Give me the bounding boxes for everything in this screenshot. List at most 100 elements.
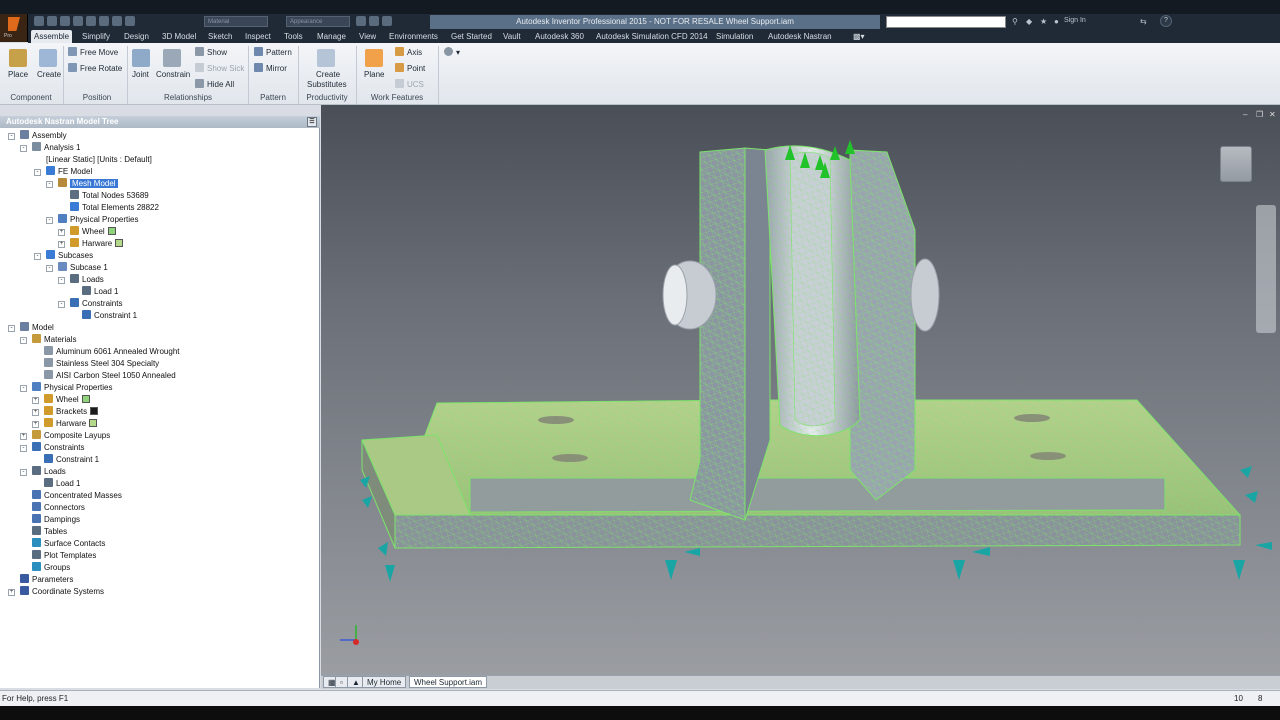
open-icon[interactable] (47, 16, 57, 26)
sign-in-link[interactable]: Sign In (1064, 17, 1086, 24)
tab-sketch[interactable]: Sketch (205, 30, 235, 43)
tab-simplify[interactable]: Simplify (79, 30, 113, 43)
tree-node[interactable]: Total Nodes 53689 (70, 190, 149, 202)
create-substitutes-button-line2[interactable]: Substitutes (307, 80, 347, 89)
collapse-icon[interactable]: - (20, 337, 27, 344)
material-select[interactable]: Material (204, 16, 268, 27)
tree-node[interactable]: Concentrated Masses (32, 490, 122, 502)
pattern-button[interactable]: Pattern (254, 47, 292, 57)
collapse-icon[interactable]: - (58, 277, 65, 284)
tree-node[interactable]: Subcase 1 (58, 262, 108, 274)
tree-node[interactable]: Aluminum 6061 Annealed Wrought (44, 346, 180, 358)
position-panel-label[interactable]: Position (66, 92, 128, 104)
collapse-icon[interactable]: - (34, 253, 41, 260)
tab-autodesk-360[interactable]: Autodesk 360 (532, 30, 587, 43)
update-icon[interactable] (125, 16, 135, 26)
tab-design[interactable]: Design (121, 30, 152, 43)
tree-node[interactable]: FE Model (46, 166, 92, 178)
ucs-button[interactable]: UCS (395, 79, 424, 89)
collapse-icon[interactable]: - (34, 169, 41, 176)
collapse-icon[interactable]: - (20, 145, 27, 152)
show-sick-button[interactable]: Show Sick (195, 63, 244, 73)
tree-node[interactable]: Groups (32, 562, 70, 574)
joint-icon[interactable] (132, 49, 150, 67)
application-menu-button[interactable]: Pro (0, 14, 28, 42)
create-button[interactable]: Create (37, 70, 61, 79)
tab-assemble[interactable]: Assemble (31, 30, 73, 43)
work-features-panel-label[interactable]: Work Features (358, 92, 436, 104)
home-icon[interactable] (99, 16, 109, 26)
tab-vault[interactable]: Vault (500, 30, 524, 43)
tree-node[interactable]: Subcases (46, 250, 93, 262)
tree-node[interactable]: Analysis 1 (32, 142, 80, 154)
expand-icon[interactable]: + (32, 409, 39, 416)
viewcube[interactable] (1220, 146, 1252, 182)
pattern-panel-label[interactable]: Pattern (250, 92, 296, 104)
collapse-icon[interactable]: - (20, 445, 27, 452)
plane-icon[interactable] (365, 49, 383, 67)
tab-get-started[interactable]: Get Started (448, 30, 495, 43)
select-icon[interactable] (112, 16, 122, 26)
help-icon[interactable]: ? (1160, 15, 1172, 27)
constrain-icon[interactable] (163, 49, 181, 67)
search-icon[interactable]: ⚲ (1012, 17, 1021, 26)
tab-simulation[interactable]: Simulation (713, 30, 756, 43)
tree-node[interactable]: Parameters (20, 574, 73, 586)
point-button[interactable]: Point (395, 63, 425, 73)
tree-node[interactable]: Assembly (20, 130, 67, 142)
save-icon[interactable] (60, 16, 70, 26)
constrain-button[interactable]: Constrain (156, 70, 190, 79)
redo-icon[interactable] (86, 16, 96, 26)
customize-icon[interactable] (382, 16, 392, 26)
expand-icon[interactable]: + (32, 397, 39, 404)
collapse-icon[interactable]: - (46, 265, 53, 272)
subscription-icon[interactable]: ◆ (1026, 17, 1035, 26)
place-component-icon[interactable] (9, 49, 27, 67)
place-button[interactable]: Place (8, 70, 28, 79)
tree-node[interactable]: Dampings (32, 514, 80, 526)
tree-node[interactable]: Wheel (44, 394, 90, 406)
tree-node[interactable]: Constraints (32, 442, 84, 454)
viewport-restore-icon[interactable]: ❐ (1256, 110, 1263, 119)
tree-node[interactable]: [Linear Static] [Units : Default] (46, 154, 152, 166)
component-panel-label[interactable]: Component (2, 92, 60, 104)
hide-all-button[interactable]: Hide All (195, 79, 234, 89)
collapse-icon[interactable]: - (58, 301, 65, 308)
tree-node[interactable]: Loads (70, 274, 104, 286)
free-rotate-button[interactable]: Free Rotate (68, 63, 122, 73)
browser-menu-icon[interactable]: ☰ (307, 117, 317, 127)
favorites-icon[interactable]: ★ (1040, 17, 1049, 26)
tab-3d-model[interactable]: 3D Model (159, 30, 199, 43)
tree-node[interactable]: Constraints (70, 298, 122, 310)
tree-node[interactable]: Coordinate Systems (20, 586, 104, 598)
exchange-icon[interactable]: ⇆ (1140, 17, 1149, 26)
help-search-input[interactable] (886, 16, 1006, 28)
collapse-icon[interactable]: - (8, 325, 15, 332)
viewport-close-icon[interactable]: ✕ (1269, 110, 1276, 119)
tree-node[interactable]: Total Elements 28822 (70, 202, 159, 214)
tree-node[interactable]: Stainless Steel 304 Specialty (44, 358, 159, 370)
expand-icon[interactable]: + (8, 589, 15, 596)
tree-node[interactable]: Wheel (70, 226, 116, 238)
cascade-windows-icon[interactable]: ▫ (335, 676, 348, 688)
doc-tab-wheel-support[interactable]: Wheel Support.iam (409, 676, 488, 688)
ribbon-options-icon[interactable]: ▩▾ (850, 30, 868, 43)
tree-node[interactable]: Tables (32, 526, 67, 538)
tree-node[interactable]: Loads (32, 466, 66, 478)
expand-icon[interactable]: + (20, 433, 27, 440)
tree-node[interactable]: Materials (32, 334, 76, 346)
tab-simulation-cfd[interactable]: Autodesk Simulation CFD 2014 (593, 30, 711, 43)
mirror-button[interactable]: Mirror (254, 63, 287, 73)
user-icon[interactable]: ● (1054, 17, 1063, 26)
tree-node[interactable]: Mesh Model (58, 178, 118, 190)
expand-icon[interactable]: + (32, 421, 39, 428)
axis-button[interactable]: Axis (395, 47, 422, 57)
fe-mesh-model[interactable] (321, 105, 1280, 675)
collapse-icon[interactable]: - (20, 469, 27, 476)
collapse-icon[interactable]: - (20, 385, 27, 392)
show-button[interactable]: Show (195, 47, 227, 57)
collapse-icon[interactable]: - (8, 133, 15, 140)
tree-node[interactable]: Harware (44, 418, 98, 430)
tab-autodesk-nastran[interactable]: Autodesk Nastran (765, 30, 835, 43)
tree-node[interactable]: Load 1 (82, 286, 118, 298)
